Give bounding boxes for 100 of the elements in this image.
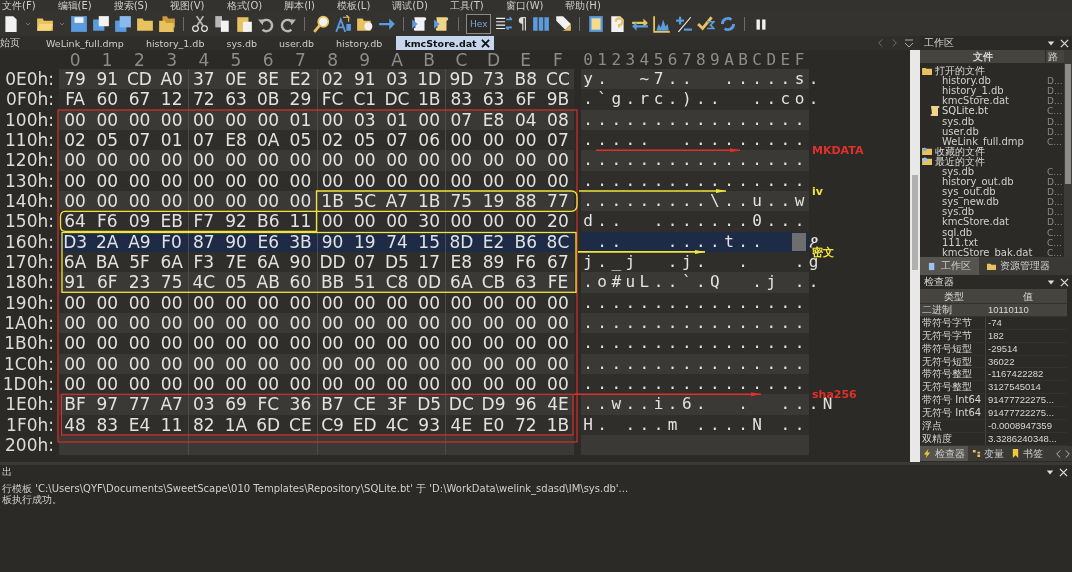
hex-byte[interactable]: 00 <box>482 213 505 230</box>
hex-byte[interactable]: 89 <box>482 254 505 271</box>
hex-byte[interactable]: 00 <box>160 172 183 189</box>
hex-byte[interactable]: B8 <box>514 71 537 88</box>
hex-byte[interactable]: DC <box>384 91 410 108</box>
hex-byte[interactable]: 00 <box>289 193 312 210</box>
hex-byte[interactable]: 75 <box>160 274 183 291</box>
panel-tab[interactable]: 工作区 <box>920 257 979 275</box>
hex-byte[interactable]: 00 <box>514 335 537 352</box>
hex-byte[interactable]: 00 <box>96 111 119 128</box>
hex-byte[interactable]: 11 <box>160 416 183 433</box>
dropdown-icon[interactable] <box>1047 39 1055 47</box>
hex-byte[interactable]: 60 <box>289 274 312 291</box>
hex-byte[interactable]: 00 <box>321 376 344 393</box>
hex-byte[interactable]: 00 <box>257 335 280 352</box>
template-icon[interactable] <box>433 15 451 33</box>
hex-byte[interactable]: 02 <box>64 132 86 149</box>
hex-byte[interactable]: 91 <box>96 71 119 88</box>
hex-byte[interactable]: 00 <box>160 376 183 393</box>
calculator-icon[interactable] <box>586 15 605 33</box>
hex-byte[interactable]: 60 <box>96 91 119 108</box>
hex-byte[interactable]: 05 <box>353 132 376 149</box>
scissors-icon[interactable] <box>191 15 209 33</box>
hex-byte[interactable]: 1B <box>417 193 441 210</box>
hex-byte[interactable]: 03 <box>353 111 376 128</box>
hex-byte[interactable]: 2A <box>96 233 119 250</box>
hex-byte[interactable]: 69 <box>225 396 247 413</box>
file-tab[interactable]: WeLink_full.dmp <box>38 36 138 50</box>
inspector-row[interactable]: 无符号短型 36022 <box>920 355 1067 369</box>
hex-byte[interactable]: 00 <box>547 152 569 169</box>
hex-byte[interactable]: 00 <box>64 111 86 128</box>
hex-byte[interactable]: 8E <box>257 71 279 88</box>
file-tab[interactable]: history.db <box>328 36 397 50</box>
hex-byte[interactable]: CE <box>289 416 312 433</box>
inspector-row[interactable]: 带符号整型 -1167422282 <box>920 368 1067 382</box>
hex-byte[interactable]: 00 <box>96 193 119 210</box>
hex-byte[interactable]: 00 <box>418 294 440 311</box>
inspector-row[interactable]: 无符号字节 182 <box>920 329 1067 343</box>
hex-byte[interactable]: BF <box>64 396 86 413</box>
hex-byte[interactable]: 01 <box>160 132 183 149</box>
hex-byte[interactable]: 0E <box>225 71 247 88</box>
hex-byte[interactable]: 00 <box>128 315 151 332</box>
hex-byte[interactable]: 00 <box>353 213 376 230</box>
hex-byte[interactable]: 6A <box>63 254 87 271</box>
hex-byte[interactable]: 6F <box>515 91 536 108</box>
search-icon[interactable] <box>312 15 330 33</box>
hex-byte[interactable]: FE <box>547 274 569 291</box>
tree-item[interactable]: history.db <box>942 76 991 87</box>
inspector-row[interactable]: 二进制 10110110 <box>920 304 1067 317</box>
column-header[interactable]: 文件 <box>920 50 1045 63</box>
hex-byte[interactable]: 63 <box>225 91 247 108</box>
save-all-icon[interactable] <box>92 15 110 33</box>
hex-byte[interactable]: 0A <box>257 132 280 149</box>
hex-byte[interactable]: 00 <box>386 152 408 169</box>
scroll-thumb[interactable] <box>912 175 918 270</box>
save-icon[interactable] <box>70 15 88 33</box>
panel-tab[interactable]: 检查器 <box>920 446 968 461</box>
file-tab[interactable]: sys.db <box>218 36 272 50</box>
hex-byte[interactable]: 00 <box>160 111 183 128</box>
tree-item[interactable]: 111.txt <box>942 237 979 248</box>
hex-byte[interactable]: 02 <box>321 71 344 88</box>
base-convert-icon[interactable] <box>718 15 737 33</box>
hex-byte[interactable]: 00 <box>96 315 119 332</box>
tree-item[interactable]: WeLink_full.dmp <box>942 136 1024 147</box>
hex-byte[interactable]: 7E <box>225 254 247 271</box>
hex-byte[interactable]: D3 <box>63 233 88 250</box>
hex-byte[interactable]: 90 <box>225 233 247 250</box>
hex-byte[interactable]: 93 <box>418 416 440 433</box>
tree-item[interactable]: sys.db <box>942 207 975 218</box>
swap-icon[interactable] <box>630 15 649 33</box>
scrollbar[interactable] <box>910 50 920 462</box>
hex-byte[interactable]: FA <box>65 91 85 108</box>
hex-byte[interactable]: 03 <box>386 71 408 88</box>
hex-byte[interactable]: 23 <box>128 274 151 291</box>
hex-byte[interactable]: 9D <box>449 71 474 88</box>
hex-byte[interactable]: 6A <box>450 274 473 291</box>
hex-byte[interactable]: 00 <box>289 376 312 393</box>
hex-byte[interactable]: 00 <box>450 152 473 169</box>
hex-byte[interactable]: 00 <box>386 376 408 393</box>
hex-byte[interactable]: 03 <box>193 396 215 413</box>
open-folder-icon[interactable] <box>36 15 54 33</box>
hex-byte[interactable]: 00 <box>514 213 537 230</box>
tree-item[interactable]: history_1.db <box>942 86 1004 97</box>
hex-byte[interactable]: 07 <box>353 254 376 271</box>
hex-byte[interactable]: 00 <box>547 376 569 393</box>
hex-byte[interactable]: D5 <box>417 396 442 413</box>
hex-byte[interactable]: 00 <box>353 152 376 169</box>
hex-byte[interactable]: F6 <box>96 213 118 230</box>
hex-byte[interactable]: 00 <box>193 172 215 189</box>
hex-byte[interactable]: 00 <box>225 315 247 332</box>
menu-item[interactable]: 编辑(E) <box>57 0 92 12</box>
hex-byte[interactable]: 07 <box>386 132 408 149</box>
hex-byte[interactable]: 00 <box>96 294 119 311</box>
tree-item[interactable]: sys.db <box>942 116 975 127</box>
hex-byte[interactable]: 00 <box>193 111 215 128</box>
hex-byte[interactable]: 00 <box>193 315 215 332</box>
hex-byte[interactable]: 5F <box>129 254 150 271</box>
hex-byte[interactable]: 00 <box>321 111 344 128</box>
inspector-row[interactable]: 带符号短型 -29514 <box>920 342 1067 356</box>
hex-byte[interactable]: 00 <box>386 294 408 311</box>
